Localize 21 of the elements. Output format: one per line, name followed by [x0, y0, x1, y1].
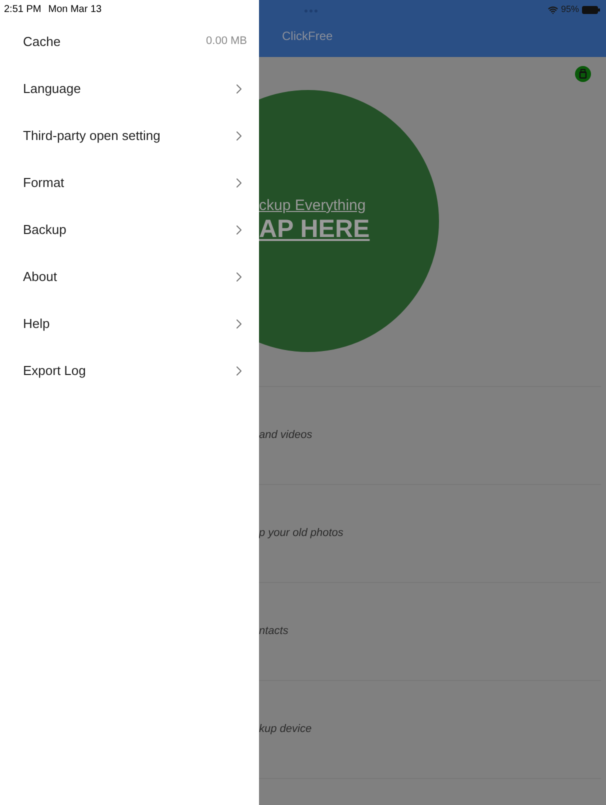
- status-date: Mon Mar 13: [48, 2, 102, 16]
- menu-item[interactable]: Language: [0, 65, 259, 112]
- menu-item[interactable]: Format: [0, 159, 259, 206]
- backup-subtitle: ckup Everything: [259, 197, 367, 215]
- menu-item[interactable]: Third-party open setting: [0, 112, 259, 159]
- menu-item[interactable]: Help: [0, 300, 259, 347]
- battery-icon: [582, 6, 600, 14]
- tap-here-label: AP HERE: [259, 215, 370, 243]
- battery-percent: 95%: [560, 3, 579, 16]
- option-row[interactable]: p your old photos: [259, 484, 601, 582]
- menu-item[interactable]: About: [0, 253, 259, 300]
- menu-item[interactable]: Backup: [0, 206, 259, 253]
- status-time: 2:51 PM: [4, 2, 42, 16]
- menu-item[interactable]: Cache 0.00 MB: [0, 18, 259, 65]
- app-title: ClickFree: [282, 28, 333, 45]
- usb-drive-icon: [575, 66, 591, 82]
- option-row[interactable]: kup device: [259, 680, 601, 778]
- wifi-icon: [548, 4, 558, 15]
- option-row[interactable]: and videos: [259, 386, 601, 484]
- option-row[interactable]: ntacts: [259, 582, 601, 680]
- menu-item[interactable]: Export Log: [0, 347, 259, 394]
